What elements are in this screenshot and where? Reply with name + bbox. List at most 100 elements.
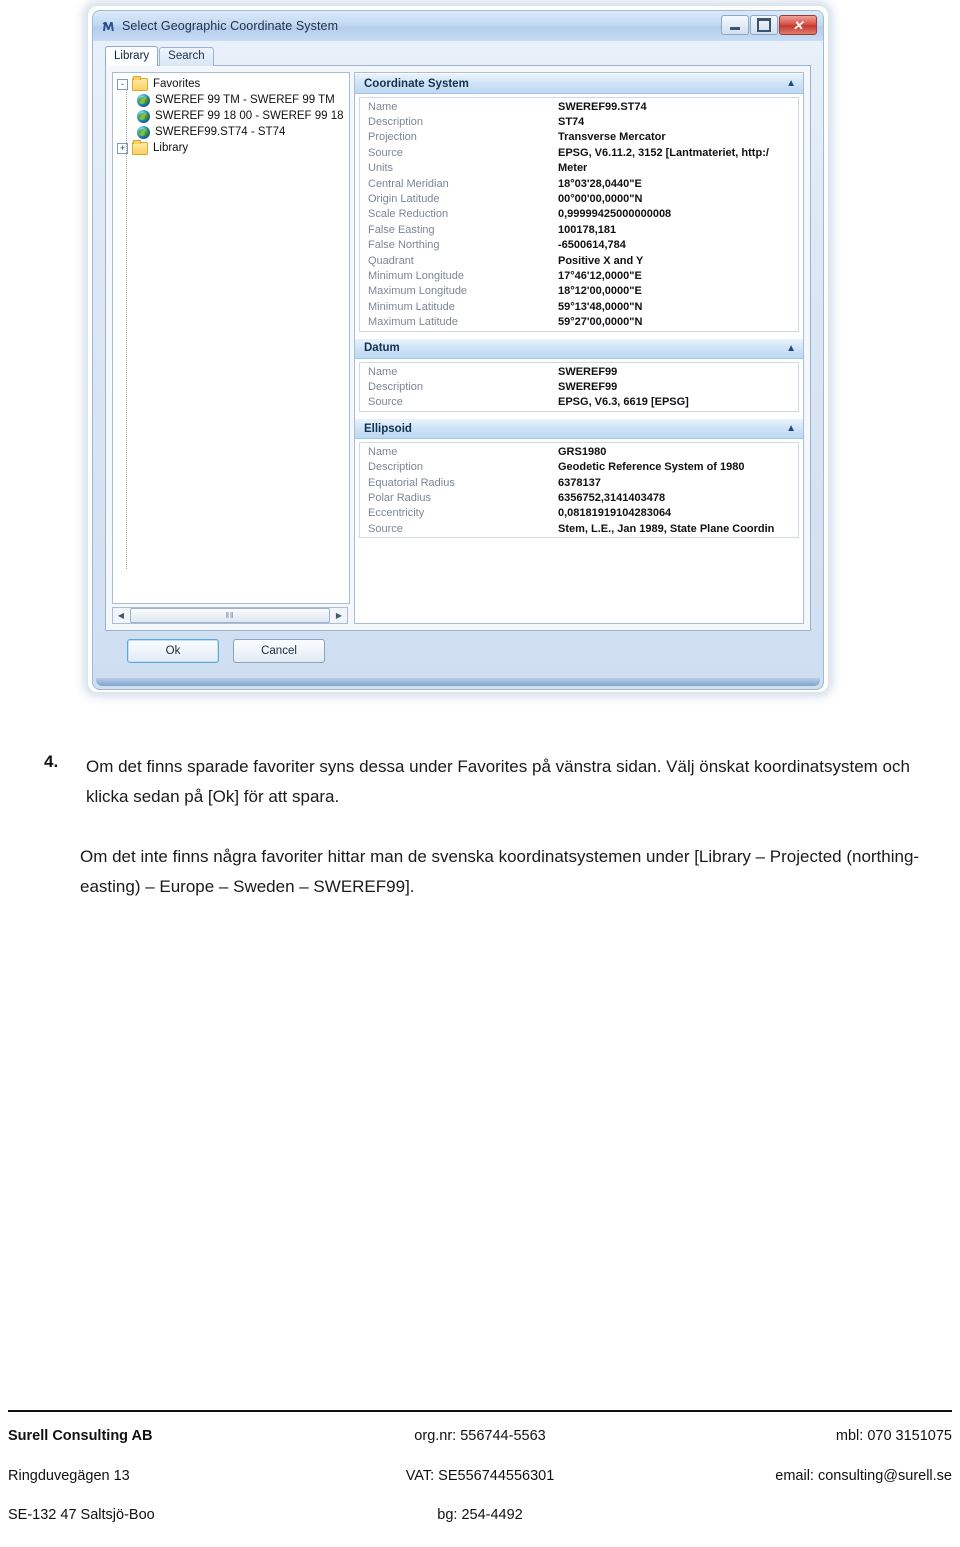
footer-divider xyxy=(8,1410,952,1412)
property-value: 6356752,3141403478 xyxy=(558,491,666,504)
details-pane: Coordinate System ▲ Name SWEREF99.ST74 De… xyxy=(354,72,804,624)
footer-row: Surell Consulting AB org.nr: 556744-5563… xyxy=(0,1428,960,1468)
property-row: Source EPSG, V6.3, 6619 [EPSG] xyxy=(360,395,798,410)
minimize-button[interactable] xyxy=(721,15,749,35)
property-value: SWEREF99 xyxy=(558,380,618,393)
property-key: Maximum Longitude xyxy=(368,285,468,298)
close-button[interactable]: ✕ xyxy=(779,15,817,35)
coordinate-system-tree[interactable]: - Favorites SWEREF 99 TM - SWEREF 99 TM … xyxy=(112,72,350,604)
section-title: Coordinate System xyxy=(364,77,469,90)
property-row: Units Meter xyxy=(360,161,798,176)
maximize-icon xyxy=(757,18,771,32)
tree-item-sweref99st74[interactable]: SWEREF99.ST74 - ST74 xyxy=(113,124,349,140)
collapse-toggle-icon[interactable]: - xyxy=(117,78,128,90)
scroll-right-icon[interactable]: ▶ xyxy=(331,608,347,623)
chevron-up-icon[interactable]: ▲ xyxy=(786,343,796,354)
property-value: SWEREF99 xyxy=(558,365,618,378)
tab-search[interactable]: Search xyxy=(159,47,214,66)
property-row: Minimum Longitude 17°46'12,0000"E xyxy=(360,268,798,283)
tree-item-sweref991800[interactable]: SWEREF 99 18 00 - SWEREF 99 18 xyxy=(113,108,349,124)
property-value: -6500614,784 xyxy=(558,239,626,252)
tab-library-label: Library xyxy=(114,49,150,62)
property-row: Source Stem, L.E., Jan 1989, State Plane … xyxy=(360,521,798,536)
window-title: Select Geographic Coordinate System xyxy=(122,19,339,33)
property-row: Equatorial Radius 6378137 xyxy=(360,475,798,490)
property-value: SWEREF99.ST74 xyxy=(558,100,647,113)
property-row: Projection Transverse Mercator xyxy=(360,130,798,145)
globe-icon xyxy=(137,93,150,107)
scrollbar-thumb[interactable]: ‖‖ xyxy=(130,608,330,623)
folder-icon xyxy=(132,139,148,155)
property-value: Meter xyxy=(558,162,588,175)
property-row: Quadrant Positive X and Y xyxy=(360,253,798,268)
tree-item-label: SWEREF 99 TM - SWEREF 99 TM xyxy=(155,94,335,106)
property-row: Eccentricity 0,08181919104283064 xyxy=(360,506,798,521)
property-row: Scale Reduction 0,99999425000000008 xyxy=(360,207,798,222)
property-key: Scale Reduction xyxy=(368,208,449,221)
property-value: 100178,181 xyxy=(558,223,617,236)
property-value: Positive X and Y xyxy=(558,254,644,267)
property-row: Description Geodetic Reference System of … xyxy=(360,459,798,474)
section-body-datum: Name SWEREF99 Description SWEREF99 Source E… xyxy=(359,361,799,413)
property-value: Stem, L.E., Jan 1989, State Plane Coordi… xyxy=(558,522,775,535)
property-key: Units xyxy=(368,162,394,175)
section-title: Datum xyxy=(364,342,400,355)
property-row: Minimum Latitude 59°13'48,0000"N xyxy=(360,299,798,314)
property-value: 18°12'00,0000"E xyxy=(558,285,642,298)
company-name: Surell Consulting AB xyxy=(8,1428,153,1444)
screenshot-region: Select Geographic Coordinate System ✕ Li… xyxy=(80,0,840,710)
section-header-datum[interactable]: Datum ▲ xyxy=(355,337,803,359)
property-row: Name SWEREF99.ST74 xyxy=(360,99,798,114)
property-value: Geodetic Reference System of 1980 xyxy=(558,461,745,474)
property-key: Maximum Latitude xyxy=(368,316,458,329)
cancel-button[interactable]: Cancel xyxy=(233,639,325,663)
tree-item-favorites[interactable]: - Favorites xyxy=(113,75,349,92)
property-key: Name xyxy=(368,445,398,458)
property-row: Name GRS1980 xyxy=(360,444,798,459)
section-header-coordinate-system[interactable]: Coordinate System ▲ xyxy=(355,73,803,94)
dialog-window: Select Geographic Coordinate System ✕ Li… xyxy=(92,10,824,690)
scroll-left-icon[interactable]: ◀ xyxy=(113,608,129,623)
section-body-coordinate-system: Name SWEREF99.ST74 Description ST74 Projec… xyxy=(359,97,799,332)
tab-content-panel: - Favorites SWEREF 99 TM - SWEREF 99 TM … xyxy=(105,65,811,631)
chevron-up-icon[interactable]: ▲ xyxy=(786,423,796,434)
maximize-button[interactable] xyxy=(750,15,778,35)
property-value: GRS1980 xyxy=(558,445,607,458)
tree-item-label: Library xyxy=(153,142,189,154)
tree-item-label: SWEREF 99 18 00 - SWEREF 99 18 xyxy=(155,110,344,122)
property-value: 59°27'00,0000"N xyxy=(558,316,643,329)
tree-horizontal-scrollbar[interactable]: ◀ ‖‖ ▶ xyxy=(112,607,348,624)
window-controls: ✕ xyxy=(721,15,817,35)
chevron-up-icon[interactable]: ▲ xyxy=(786,78,796,89)
tree-item-sweref99tm[interactable]: SWEREF 99 TM - SWEREF 99 TM xyxy=(113,92,349,108)
globe-icon xyxy=(137,125,150,139)
property-key: False Easting xyxy=(368,223,435,236)
property-value: EPSG, V6.3, 6619 [EPSG] xyxy=(558,396,689,409)
property-value: 0,99999425000000008 xyxy=(558,208,672,221)
property-row: Origin Latitude 00°00'00,0000"N xyxy=(360,191,798,206)
property-value: ST74 xyxy=(558,116,585,129)
dialog-button-bar: Ok Cancel xyxy=(99,639,817,669)
property-key: Minimum Latitude xyxy=(368,300,455,313)
section-header-ellipsoid[interactable]: Ellipsoid ▲ xyxy=(355,418,803,440)
property-key: Equatorial Radius xyxy=(368,476,455,489)
cancel-button-label: Cancel xyxy=(261,645,297,657)
minimize-icon xyxy=(730,26,740,30)
property-key: Central Meridian xyxy=(368,177,449,190)
property-value: 6378137 xyxy=(558,476,601,489)
instruction-paragraph-2: Om det inte finns några favoriter hittar… xyxy=(80,847,920,896)
section-body-ellipsoid: Name GRS1980 Description Geodetic Referenc… xyxy=(359,442,799,539)
property-value: 17°46'12,0000"E xyxy=(558,269,642,282)
property-value: 0,08181919104283064 xyxy=(558,507,672,520)
ok-button[interactable]: Ok xyxy=(127,639,219,663)
property-value: 18°03'28,0440"E xyxy=(558,177,642,190)
dialog-client-area: Library Search - Favorites SWEREF 99 TM … xyxy=(99,41,817,677)
mobile-number: mbl: 070 3151075 xyxy=(835,1428,952,1444)
property-key: Source xyxy=(368,396,403,409)
tab-library[interactable]: Library xyxy=(105,46,159,66)
property-value: 00°00'00,0000"N xyxy=(558,193,643,206)
section-title: Ellipsoid xyxy=(364,422,412,435)
tree-item-library[interactable]: + Library xyxy=(113,139,349,156)
property-key: Minimum Longitude xyxy=(368,269,464,282)
tree-item-label: SWEREF99.ST74 - ST74 xyxy=(155,126,286,138)
